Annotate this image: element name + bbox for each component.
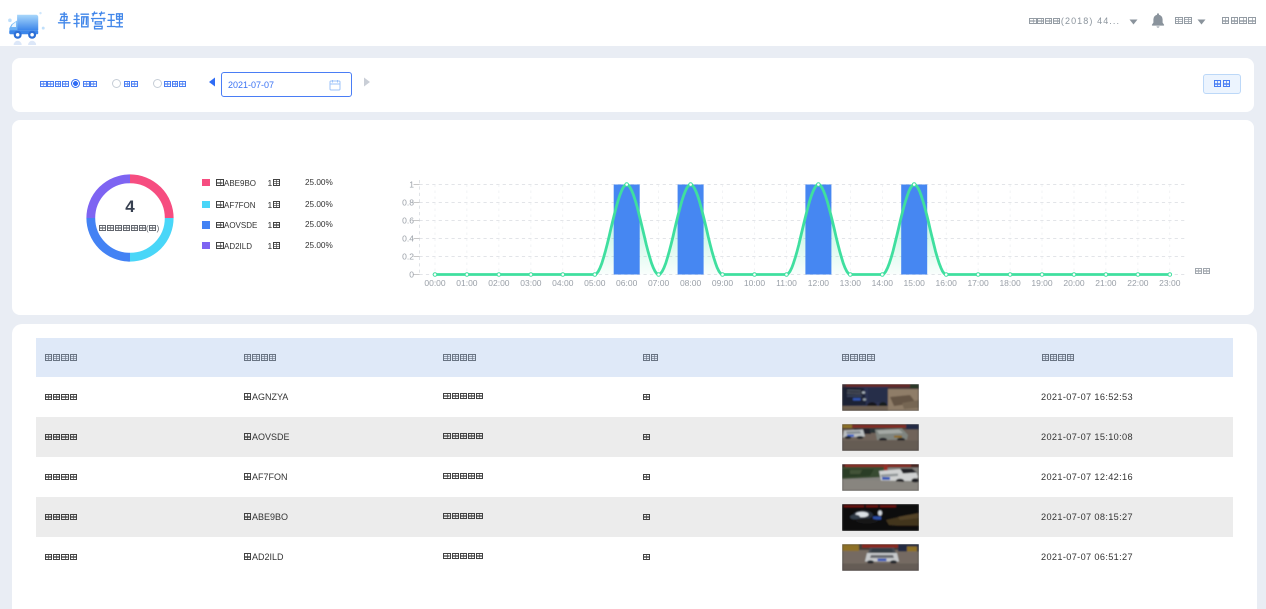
svg-text:16:00: 16:00: [936, 278, 958, 288]
svg-text:00:00: 00:00: [424, 278, 446, 288]
svg-text:08:00: 08:00: [680, 278, 702, 288]
svg-text:0.2: 0.2: [402, 251, 414, 261]
svg-text:18:00: 18:00: [999, 278, 1021, 288]
svg-text:03:00: 03:00: [520, 278, 542, 288]
svg-text:07:00: 07:00: [648, 278, 670, 288]
svg-text:20:00: 20:00: [1063, 278, 1085, 288]
svg-text:14:00: 14:00: [872, 278, 894, 288]
svg-text:13:00: 13:00: [840, 278, 862, 288]
svg-text:0.6: 0.6: [402, 215, 414, 225]
svg-text:0.4: 0.4: [402, 233, 414, 243]
svg-text:04:00: 04:00: [552, 278, 574, 288]
svg-text:09:00: 09:00: [712, 278, 734, 288]
svg-text:11:00: 11:00: [776, 278, 797, 288]
svg-text:12:00: 12:00: [808, 278, 830, 288]
svg-text:22:00: 22:00: [1127, 278, 1149, 288]
svg-text:01:00: 01:00: [456, 278, 478, 288]
svg-text:02:00: 02:00: [488, 278, 510, 288]
svg-text:23:00: 23:00: [1159, 278, 1181, 288]
svg-text:0: 0: [409, 269, 414, 279]
svg-text:10:00: 10:00: [744, 278, 766, 288]
svg-text:21:00: 21:00: [1095, 278, 1117, 288]
svg-text:1: 1: [409, 179, 414, 189]
svg-text:17:00: 17:00: [967, 278, 989, 288]
svg-text:06:00: 06:00: [616, 278, 638, 288]
svg-text:19:00: 19:00: [1031, 278, 1053, 288]
svg-text:15:00: 15:00: [904, 278, 926, 288]
svg-text:0.8: 0.8: [402, 197, 414, 207]
svg-text:05:00: 05:00: [584, 278, 606, 288]
